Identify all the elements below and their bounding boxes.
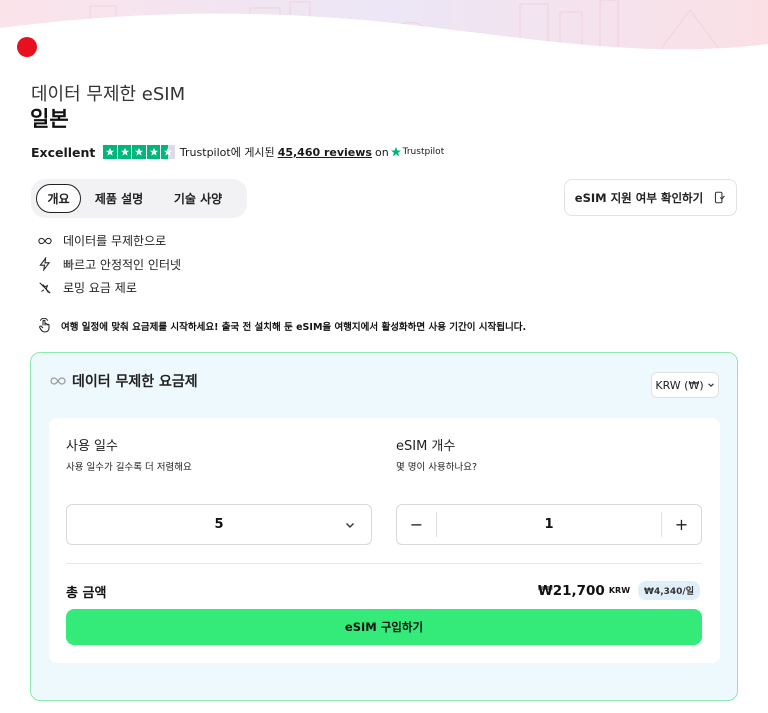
plan-options-panel: 사용 일수 사용 일수가 길수록 더 저렴해요 eSIM 개수 몇 명이 사용하… — [49, 418, 720, 663]
feature-label: 데이터를 무제한으로 — [63, 234, 167, 249]
star-icon — [103, 145, 117, 159]
currency-value: KRW (₩) — [655, 378, 704, 392]
activation-notice: 여행 일정에 맞춰 요금제를 시작하세요! 출국 전 설치해 둔 eSIM을 여… — [37, 318, 526, 334]
rating-word: Excellent — [31, 144, 96, 160]
feature-item: 데이터를 무제한으로 — [37, 229, 181, 253]
infinity-icon — [37, 233, 53, 249]
divider — [66, 563, 702, 564]
total-label: 총 금액 — [66, 586, 107, 601]
page-title: 일본 — [30, 107, 69, 131]
increment-button[interactable]: + — [661, 512, 701, 537]
feature-label: 빠르고 안정적인 인터넷 — [63, 257, 182, 272]
plan-title: 데이터 무제한 요금제 — [72, 374, 198, 390]
buy-esim-button[interactable]: eSIM 구입하기 — [66, 609, 702, 645]
feature-label: 로밍 요금 제로 — [63, 281, 137, 296]
days-value: 5 — [214, 517, 224, 532]
trustpilot-posted-text: Trustpilot에 게시된 — [179, 146, 275, 159]
currency-select[interactable]: KRW (₩) — [651, 372, 719, 398]
feature-item: 로밍 요금 제로 — [37, 276, 181, 300]
on-text: on — [374, 145, 389, 159]
check-compatibility-label: eSIM 지원 여부 확인하기 — [574, 190, 704, 205]
star-icon — [132, 145, 146, 159]
tab-bar: 개요 제품 설명 기술 사양 — [31, 179, 247, 218]
esim-count-label: eSIM 개수 — [396, 439, 456, 454]
infinity-icon — [50, 377, 66, 385]
tab-technical-specs[interactable]: 기술 사양 — [157, 184, 239, 213]
phone-check-icon — [715, 191, 726, 204]
esim-quantity-value: 1 — [544, 517, 554, 532]
price-per-day-badge: ₩4,340/일 — [638, 581, 700, 600]
half-star-icon — [161, 145, 175, 159]
feature-list: 데이터를 무제한으로 빠르고 안정적인 인터넷 로밍 요금 제로 — [37, 229, 181, 300]
days-hint: 사용 일수가 길수록 더 저렴해요 — [66, 462, 192, 473]
total-price-block: ₩21,700 KRW ₩4,340/일 — [538, 581, 700, 600]
reviews-link[interactable]: 45,460 reviews — [278, 146, 372, 159]
notice-text: 여행 일정에 맞춰 요금제를 시작하세요! 출국 전 설치해 둔 eSIM을 여… — [61, 322, 527, 333]
chevron-down-icon — [346, 523, 354, 528]
check-compatibility-button[interactable]: eSIM 지원 여부 확인하기 — [564, 179, 737, 216]
star-icon — [117, 145, 132, 159]
trustpilot-logo-text: Trustpilot — [402, 147, 445, 157]
days-label: 사용 일수 — [66, 439, 118, 454]
japan-flag-icon — [17, 37, 37, 57]
plan-header: 데이터 무제한 요금제 — [50, 371, 198, 391]
trustpilot-star-icon — [390, 147, 401, 157]
tap-hand-icon — [39, 318, 50, 333]
total-price: ₩21,700 — [537, 582, 605, 599]
rating-stars — [103, 145, 175, 159]
feature-item: 빠르고 안정적인 인터넷 — [37, 253, 181, 277]
tab-overview[interactable]: 개요 — [36, 184, 81, 213]
tab-product-description[interactable]: 제품 설명 — [81, 184, 157, 213]
total-currency: KRW — [608, 586, 631, 595]
esim-quantity-stepper: − 1 + — [396, 504, 702, 545]
lightning-icon — [37, 256, 53, 272]
plan-card: 데이터 무제한 요금제 KRW (₩) 사용 일수 사용 일수가 길수록 더 저… — [30, 352, 738, 701]
trustpilot-rating: Excellent Trustpilot에 게시된 45,460 reviews… — [31, 143, 444, 161]
days-select[interactable]: 5 — [66, 504, 372, 545]
decrement-button[interactable]: − — [397, 512, 437, 537]
no-roaming-icon — [37, 280, 53, 296]
esim-count-hint: 몇 명이 사용하나요? — [396, 462, 478, 473]
hero-background — [0, 0, 768, 70]
chevron-down-icon — [707, 383, 714, 388]
star-icon — [146, 145, 161, 159]
